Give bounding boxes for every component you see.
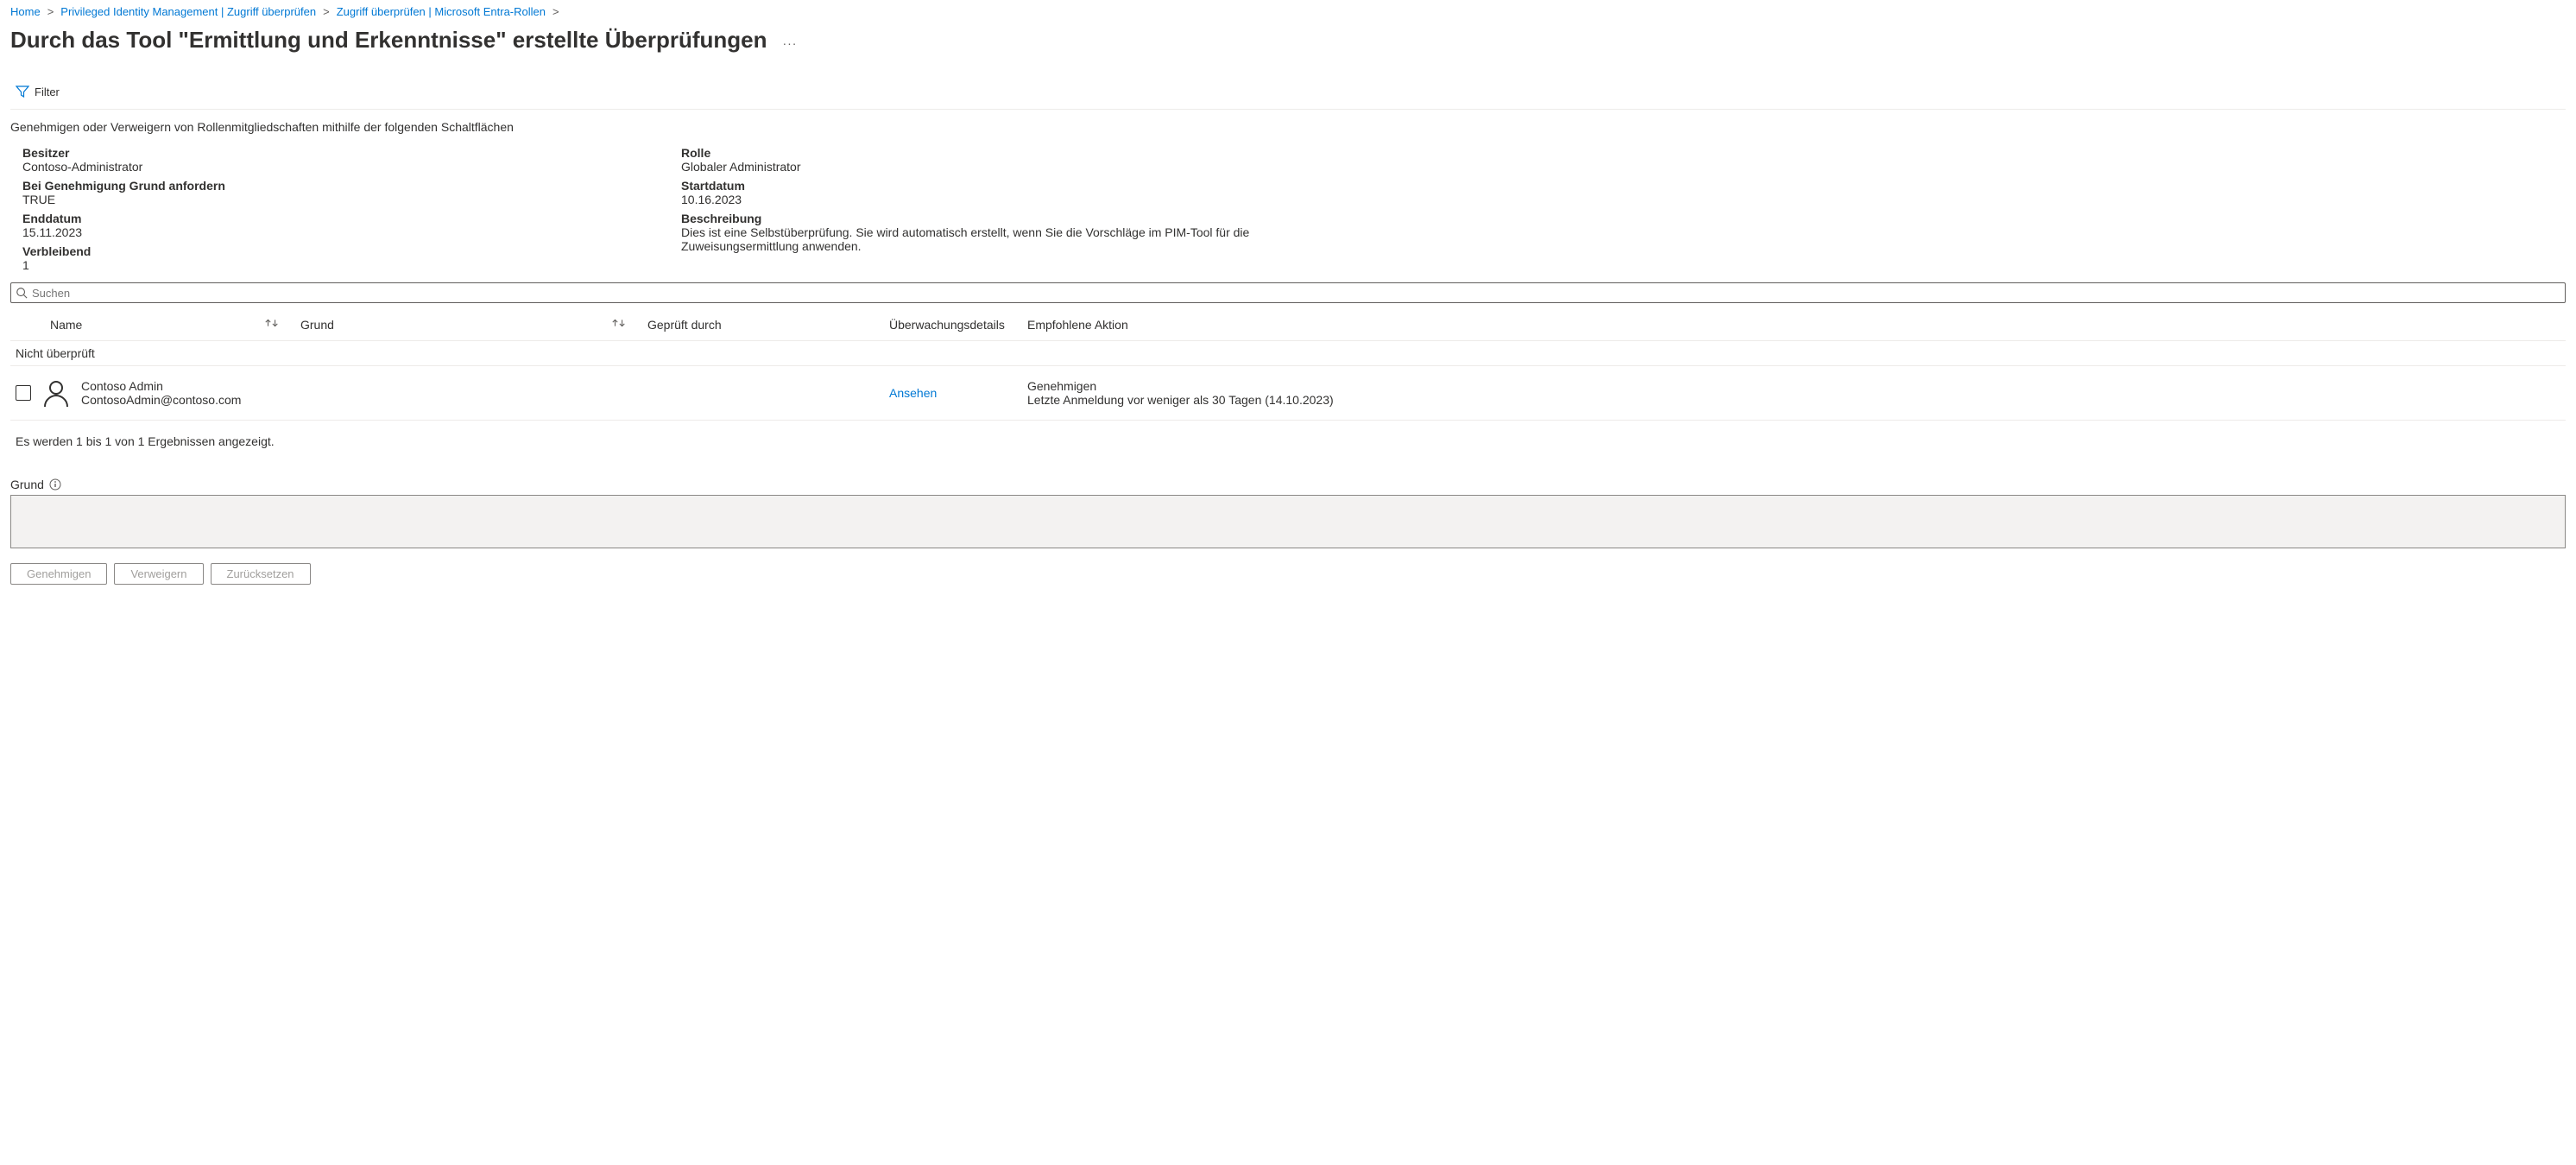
group-header-not-reviewed: Nicht überprüft [10,341,2566,366]
deny-button[interactable]: Verweigern [114,563,203,585]
avatar-icon [41,378,71,408]
field-start-date-label: Startdatum [681,179,1305,193]
row-user-name: Contoso Admin [81,379,241,393]
info-icon[interactable] [49,478,61,491]
table-header: Name Grund Geprüft durch Überwachungsdet… [10,308,2566,341]
field-description-value: Dies ist eine Selbstüberprüfung. Sie wir… [681,225,1305,253]
title-row: Durch das Tool "Ermittlung und Erkenntni… [10,27,2566,54]
field-description-label: Beschreibung [681,212,1305,225]
row-recommended-sub: Letzte Anmeldung vor weniger als 30 Tage… [1027,393,2566,407]
field-end-date-label: Enddatum [22,212,647,225]
field-end-date-value: 15.11.2023 [22,225,647,239]
reason-textarea[interactable] [10,495,2566,548]
sort-icon [611,317,627,329]
table-row: Contoso Admin ContosoAdmin@contoso.com A… [10,366,2566,421]
page-title: Durch das Tool "Ermittlung und Erkenntni… [10,27,767,54]
field-owner-label: Besitzer [22,146,647,160]
col-reviewed-by-label: Geprüft durch [647,318,722,332]
field-require-reason-label: Bei Genehmigung Grund anfordern [22,179,647,193]
approve-button[interactable]: Genehmigen [10,563,107,585]
chevron-right-icon: > [552,5,559,18]
breadcrumb-entra-roles[interactable]: Zugriff überprüfen | Microsoft Entra-Rol… [337,5,546,18]
row-user-email: ContosoAdmin@contoso.com [81,393,241,407]
col-recommended-label: Empfohlene Aktion [1027,318,1128,332]
filter-button[interactable]: Filter [10,83,65,100]
search-input[interactable] [10,282,2566,303]
field-end-date: Enddatum 15.11.2023 [22,212,647,239]
row-recommended-cell: Genehmigen Letzte Anmeldung vor weniger … [1027,379,2566,407]
row-user-cell: Contoso Admin ContosoAdmin@contoso.com [41,378,292,408]
row-checkbox[interactable] [16,385,31,401]
search-icon [16,287,28,299]
field-owner: Besitzer Contoso-Administrator [22,146,647,174]
col-reason[interactable]: Grund [292,317,639,332]
breadcrumb: Home > Privileged Identity Management | … [10,5,2566,18]
field-start-date-value: 10.16.2023 [681,193,1305,206]
field-start-date: Startdatum 10.16.2023 [681,179,1305,206]
field-role-label: Rolle [681,146,1305,160]
view-audit-link[interactable]: Ansehen [889,386,937,400]
reason-label-row: Grund [10,478,2566,491]
col-audit[interactable]: Überwachungsdetails [889,318,1027,332]
breadcrumb-pim[interactable]: Privileged Identity Management | Zugriff… [60,5,316,18]
col-reason-label: Grund [292,318,334,332]
chevron-right-icon: > [47,5,54,18]
field-require-reason: Bei Genehmigung Grund anfordern TRUE [22,179,647,206]
instruction-text: Genehmigen oder Verweigern von Rollenmit… [10,120,2566,134]
breadcrumb-home[interactable]: Home [10,5,41,18]
pager-text: Es werden 1 bis 1 von 1 Ergebnissen ange… [16,434,2566,448]
field-remaining-label: Verbleibend [22,244,647,258]
field-remaining: Verbleibend 1 [22,244,647,272]
field-description: Beschreibung Dies ist eine Selbstüberprü… [681,212,1305,253]
search-wrap [10,282,2566,303]
field-role-value: Globaler Administrator [681,160,1305,174]
field-owner-value: Contoso-Administrator [22,160,647,174]
field-remaining-value: 1 [22,258,647,272]
toolbar: Filter [10,78,2566,110]
row-checkbox-cell [10,385,41,401]
field-role: Rolle Globaler Administrator [681,146,1305,174]
col-audit-label: Überwachungsdetails [889,318,1005,332]
more-button[interactable]: ··· [782,36,797,50]
field-require-reason-value: TRUE [22,193,647,206]
filter-label: Filter [35,85,60,98]
row-audit-cell: Ansehen [889,386,1027,400]
sort-icon [264,317,280,329]
details-grid: Besitzer Contoso-Administrator Bei Geneh… [10,146,1305,277]
action-buttons: Genehmigen Verweigern Zurücksetzen [10,563,2566,585]
reset-button[interactable]: Zurücksetzen [211,563,311,585]
reason-label: Grund [10,478,44,491]
col-recommended[interactable]: Empfohlene Aktion [1027,318,2566,332]
col-reviewed-by[interactable]: Geprüft durch [639,318,889,332]
col-name-label: Name [41,318,82,332]
chevron-right-icon: > [323,5,330,18]
col-name[interactable]: Name [41,317,292,332]
row-recommended-action: Genehmigen [1027,379,2566,393]
filter-icon [16,85,29,98]
